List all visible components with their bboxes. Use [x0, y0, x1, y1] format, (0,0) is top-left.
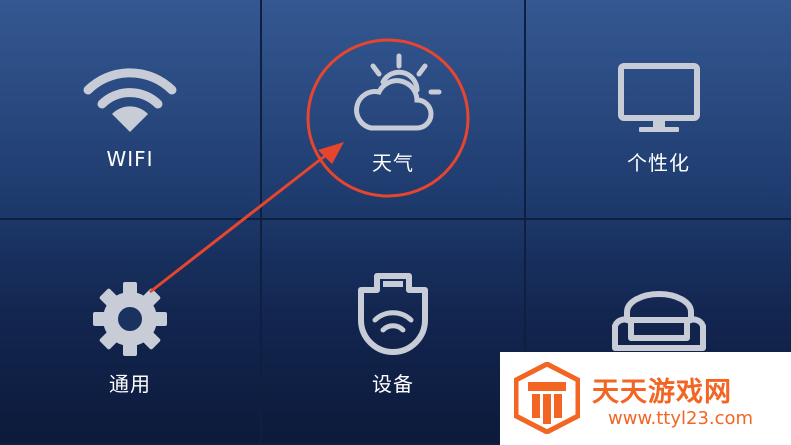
gear-icon [93, 282, 167, 356]
tile-label-device: 设备 [372, 372, 414, 396]
watermark-url: www.ttyl23.com [608, 408, 754, 429]
wifi-icon [83, 68, 177, 132]
tile-weather[interactable]: 天气 [262, 0, 526, 220]
tile-personalize[interactable]: 个性化 [526, 0, 791, 220]
tile-label-personalize: 个性化 [627, 151, 690, 175]
watermark-logo [514, 362, 580, 434]
tile-label-general: 通用 [109, 372, 151, 396]
tile-device[interactable]: 设备 [262, 220, 526, 445]
tile-wifi[interactable]: WIFI [0, 0, 262, 220]
watermark: 天天游戏网 www.ttyl23.com [500, 352, 791, 445]
tile-general[interactable]: 通用 [0, 220, 262, 445]
device-icon [358, 273, 428, 355]
monitor-icon [617, 63, 700, 132]
settings-screen: WIFI 天气 个性化 通用 设备 天天游戏网 www.ttyl23.com [0, 0, 791, 445]
tile-label-weather: 天气 [372, 151, 414, 175]
watermark-title: 天天游戏网 [592, 377, 732, 408]
weather-icon [354, 53, 442, 131]
tile-label-wifi: WIFI [106, 147, 154, 171]
sofa-icon [611, 291, 706, 351]
